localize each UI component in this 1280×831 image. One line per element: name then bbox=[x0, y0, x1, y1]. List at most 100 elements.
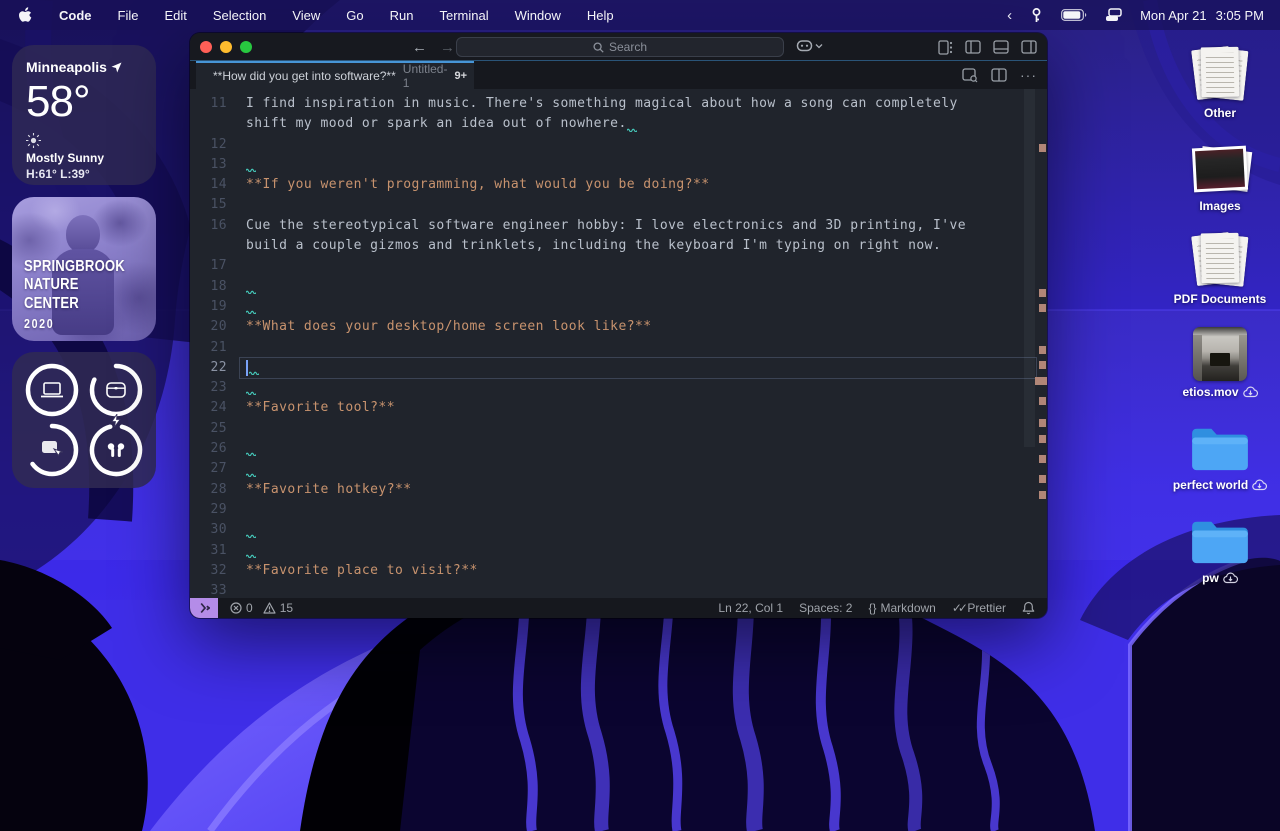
editor-line-11[interactable]: 11I find inspiration in music. There's s… bbox=[190, 94, 1047, 114]
desktop-icon-pdf-documents[interactable]: PDF Documents bbox=[1174, 226, 1266, 306]
line-content[interactable] bbox=[246, 541, 1036, 561]
editor-line-22[interactable]: 22 bbox=[190, 358, 1047, 378]
menubar-clock[interactable]: Mon Apr 21 3:05 PM bbox=[1140, 8, 1264, 23]
menu-item-help[interactable]: Help bbox=[587, 8, 614, 23]
remote-indicator[interactable] bbox=[190, 598, 218, 618]
minimize-button[interactable] bbox=[220, 41, 232, 53]
editor-line-27[interactable]: 27 bbox=[190, 459, 1047, 479]
line-content[interactable] bbox=[240, 358, 1036, 378]
menu-item-terminal[interactable]: Terminal bbox=[440, 8, 489, 23]
desktop-icon-perfect-world[interactable]: perfect world bbox=[1174, 412, 1266, 492]
photos-widget[interactable]: SPRINGBROOK NATURE CENTER 2020 bbox=[12, 197, 156, 341]
line-content[interactable] bbox=[246, 378, 1036, 398]
stage-manager-icon[interactable] bbox=[1105, 8, 1122, 22]
editor-line-20[interactable]: 20**What does your desktop/home screen l… bbox=[190, 317, 1047, 337]
line-content[interactable] bbox=[246, 338, 1036, 358]
cursor-position[interactable]: Ln 22, Col 1 bbox=[718, 601, 783, 615]
editor-line-32[interactable]: 32**Favorite place to visit?** bbox=[190, 561, 1047, 581]
editor-line-28[interactable]: 28**Favorite hotkey?** bbox=[190, 480, 1047, 500]
line-content[interactable] bbox=[246, 459, 1036, 479]
desktop-icon-pw[interactable]: pw bbox=[1174, 505, 1266, 585]
indentation-setting[interactable]: Spaces: 2 bbox=[799, 601, 852, 615]
menu-item-app[interactable]: Code bbox=[59, 8, 92, 23]
editor-line-16-wrap[interactable]: build a couple gizmos and trinklets, inc… bbox=[190, 236, 1047, 256]
editor-line-29[interactable]: 29 bbox=[190, 500, 1047, 520]
copilot-menu[interactable] bbox=[796, 38, 823, 53]
line-content[interactable]: **Favorite hotkey?** bbox=[246, 480, 1036, 500]
editor-line-31[interactable]: 31 bbox=[190, 541, 1047, 561]
menu-item-view[interactable]: View bbox=[292, 8, 320, 23]
weather-widget[interactable]: Minneapolis 58° Mostly Sunny H:61° L:39° bbox=[12, 45, 156, 185]
editor-scrollbar[interactable] bbox=[1024, 89, 1035, 447]
notifications-bell-icon[interactable] bbox=[1022, 601, 1035, 615]
editor-line-17[interactable]: 17 bbox=[190, 256, 1047, 276]
editor-line-26[interactable]: 26 bbox=[190, 439, 1047, 459]
line-content[interactable]: Cue the stereotypical software engineer … bbox=[246, 216, 1036, 236]
line-content[interactable] bbox=[246, 581, 1036, 598]
line-content[interactable] bbox=[246, 500, 1036, 520]
line-content[interactable] bbox=[246, 135, 1036, 155]
editor-line-25[interactable]: 25 bbox=[190, 419, 1047, 439]
desktop-icon-other[interactable]: Other bbox=[1174, 40, 1266, 120]
menu-item-file[interactable]: File bbox=[118, 8, 139, 23]
line-content[interactable] bbox=[246, 419, 1036, 439]
toggle-secondary-sidebar-icon[interactable] bbox=[1021, 40, 1037, 54]
editor-line-18[interactable]: 18 bbox=[190, 277, 1047, 297]
editor-line-24[interactable]: 24**Favorite tool?** bbox=[190, 398, 1047, 418]
key-icon[interactable] bbox=[1030, 8, 1043, 23]
editor-line-15[interactable]: 15 bbox=[190, 195, 1047, 215]
line-content[interactable]: **Favorite place to visit?** bbox=[246, 561, 1036, 581]
line-content[interactable] bbox=[246, 520, 1036, 540]
line-content[interactable]: **What does your desktop/home screen loo… bbox=[246, 317, 1036, 337]
desktop-icon-etios-mov[interactable]: etios.mov bbox=[1174, 319, 1266, 399]
tab-untitled-1[interactable]: **How did you get into software?** Untit… bbox=[196, 61, 474, 89]
forward-arrow-icon[interactable]: → bbox=[440, 39, 455, 56]
editor-line-16[interactable]: 16Cue the stereotypical software enginee… bbox=[190, 216, 1047, 236]
line-content[interactable]: shift my mood or spark an idea out of no… bbox=[246, 114, 1036, 134]
line-content[interactable] bbox=[246, 277, 1036, 297]
editor-pane[interactable]: 11I find inspiration in music. There's s… bbox=[190, 89, 1047, 598]
editor-line-23[interactable]: 23 bbox=[190, 378, 1047, 398]
problems-warnings[interactable]: 15 bbox=[263, 601, 293, 615]
open-preview-icon[interactable] bbox=[962, 68, 978, 83]
line-content[interactable] bbox=[246, 195, 1036, 215]
back-arrow-icon[interactable]: ← bbox=[412, 39, 427, 56]
editor-line-11-wrap[interactable]: shift my mood or spark an idea out of no… bbox=[190, 114, 1047, 134]
line-content[interactable]: **If you weren't programming, what would… bbox=[246, 175, 1036, 195]
batteries-widget[interactable] bbox=[12, 352, 156, 488]
editor-line-19[interactable]: 19 bbox=[190, 297, 1047, 317]
menu-item-go[interactable]: Go bbox=[346, 8, 363, 23]
close-button[interactable] bbox=[200, 41, 212, 53]
menu-item-window[interactable]: Window bbox=[515, 8, 561, 23]
chevron-left-icon[interactable]: ‹ bbox=[1007, 7, 1012, 24]
editor-line-13[interactable]: 13 bbox=[190, 155, 1047, 175]
line-content[interactable] bbox=[246, 155, 1036, 175]
line-content[interactable]: build a couple gizmos and trinklets, inc… bbox=[246, 236, 1036, 256]
battery-icon[interactable] bbox=[1061, 9, 1087, 21]
editor-line-14[interactable]: 14**If you weren't programming, what wou… bbox=[190, 175, 1047, 195]
desktop-icon-images[interactable]: Images bbox=[1174, 133, 1266, 213]
line-content[interactable]: **Favorite tool?** bbox=[246, 398, 1036, 418]
toggle-primary-sidebar-icon[interactable] bbox=[965, 40, 981, 54]
menu-item-run[interactable]: Run bbox=[390, 8, 414, 23]
problems-errors[interactable]: 0 bbox=[230, 601, 253, 615]
more-actions-icon[interactable]: ··· bbox=[1020, 67, 1037, 83]
language-mode[interactable]: {} Markdown bbox=[868, 601, 935, 615]
editor-line-12[interactable]: 12 bbox=[190, 135, 1047, 155]
toggle-panel-icon[interactable] bbox=[993, 40, 1009, 54]
menu-item-edit[interactable]: Edit bbox=[164, 8, 186, 23]
line-content[interactable] bbox=[246, 439, 1036, 459]
vscode-titlebar[interactable]: ← → Search bbox=[190, 33, 1047, 61]
formatter-status[interactable]: ✓✓ Prettier bbox=[952, 601, 1006, 615]
menu-item-selection[interactable]: Selection bbox=[213, 8, 266, 23]
line-content[interactable]: I find inspiration in music. There's som… bbox=[246, 94, 1036, 114]
split-editor-icon[interactable] bbox=[991, 68, 1007, 82]
zoom-button[interactable] bbox=[240, 41, 252, 53]
line-content[interactable] bbox=[246, 297, 1036, 317]
apple-menu-icon[interactable] bbox=[18, 7, 33, 24]
editor-line-21[interactable]: 21 bbox=[190, 338, 1047, 358]
command-center-search[interactable]: Search bbox=[456, 37, 784, 57]
editor-line-30[interactable]: 30 bbox=[190, 520, 1047, 540]
customize-layout-icon[interactable] bbox=[938, 40, 953, 55]
editor-line-33[interactable]: 33 bbox=[190, 581, 1047, 598]
